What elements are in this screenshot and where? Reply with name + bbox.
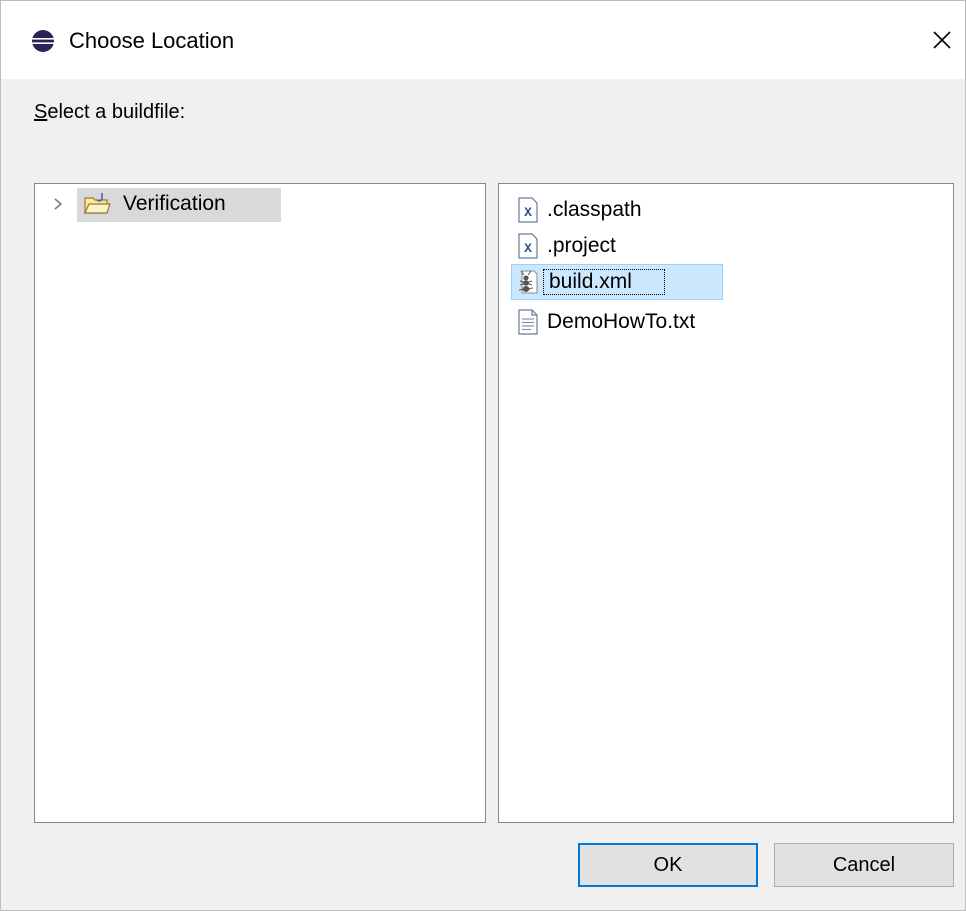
file-label: build.xml (549, 270, 632, 293)
file-item-classpath[interactable]: X .classpath (511, 192, 951, 230)
select-buildfile-label: Select a buildfile: (34, 99, 185, 125)
xml-file-icon: X (518, 233, 538, 259)
file-item-project[interactable]: X .project (511, 228, 951, 266)
tree-item-label: Verification (123, 192, 226, 215)
chevron-right-icon[interactable] (51, 196, 65, 212)
xml-file-icon: X (518, 197, 538, 223)
file-label: .project (547, 234, 616, 257)
close-icon (933, 31, 951, 49)
file-item-build-xml[interactable]: build.xml (511, 264, 951, 302)
file-label: DemoHowTo.txt (547, 310, 696, 333)
ant-buildfile-icon (518, 270, 538, 294)
dialog-title: Choose Location (69, 28, 235, 53)
eclipse-icon (32, 30, 54, 52)
label-accelerator: S (34, 101, 48, 123)
title-bar[interactable]: Choose Location (1, 1, 965, 79)
project-folder-icon (84, 193, 111, 214)
project-tree[interactable]: Verification (34, 183, 486, 823)
label-text: elect a buildfile: (47, 101, 186, 123)
svg-text:X: X (524, 205, 532, 220)
tree-item-verification[interactable]: Verification (35, 184, 485, 224)
choose-location-dialog: Choose Location Select a buildfile: Veri… (0, 0, 966, 911)
file-list[interactable]: X .classpath X .project build.xml DemoHo… (498, 183, 954, 823)
file-item-demohowto[interactable]: DemoHowTo.txt (511, 304, 951, 342)
file-label: .classpath (547, 198, 642, 221)
close-button[interactable] (925, 23, 959, 57)
svg-text:X: X (524, 241, 532, 256)
cancel-button[interactable]: Cancel (774, 843, 954, 887)
text-file-icon (518, 309, 538, 335)
ok-button[interactable]: OK (578, 843, 758, 887)
